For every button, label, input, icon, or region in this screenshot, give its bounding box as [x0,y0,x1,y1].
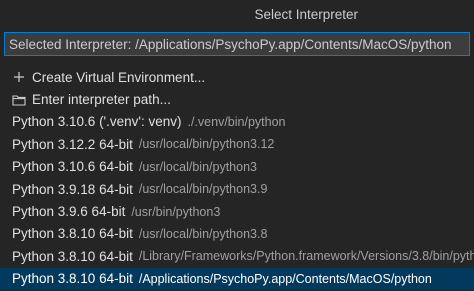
create-virtual-environment-label: Create Virtual Environment... [32,69,206,85]
enter-interpreter-path-label: Enter interpreter path... [32,92,171,108]
folder-icon [12,93,26,107]
interpreter-name: Python 3.9.6 64-bit [12,204,126,220]
interpreter-name: Python 3.9.18 64-bit [12,181,133,197]
create-virtual-environment-option[interactable]: Create Virtual Environment... [0,66,474,88]
interpreter-item[interactable]: Python 3.12.2 64-bit /usr/local/bin/pyth… [0,133,474,155]
plus-icon [12,70,26,84]
select-interpreter-picker: Select Interpreter Create Virtual Enviro… [0,0,474,291]
interpreter-path: ./.venv/bin/python [187,114,286,129]
interpreter-name: Python 3.10.6 ('.venv': venv) [12,114,182,130]
picker-title: Select Interpreter [254,6,358,22]
interpreter-path: /usr/local/bin/python3 [138,159,257,174]
interpreter-item[interactable]: Python 3.8.10 64-bit /usr/local/bin/pyth… [0,223,474,245]
interpreter-item[interactable]: Python 3.9.18 64-bit /usr/local/bin/pyth… [0,178,474,200]
interpreter-name: Python 3.8.10 64-bit [12,226,133,242]
interpreter-item[interactable]: Python 3.10.6 ('.venv': venv) ./.venv/bi… [0,111,474,133]
interpreter-item[interactable]: Python 3.10.6 64-bit /usr/local/bin/pyth… [0,156,474,178]
interpreter-path: /usr/local/bin/python3.12 [138,137,275,152]
interpreter-path: /usr/bin/python3 [131,204,221,219]
interpreter-name: Python 3.10.6 64-bit [12,159,133,175]
interpreter-name: Python 3.8.10 64-bit [12,248,133,264]
interpreter-path: /Library/Frameworks/Python.framework/Ver… [138,249,474,264]
interpreter-name: Python 3.12.2 64-bit [12,136,133,152]
interpreter-item[interactable]: Python 3.9.6 64-bit /usr/bin/python3 [0,200,474,222]
interpreter-search-box[interactable] [4,32,470,56]
interpreter-path: /usr/local/bin/python3.9 [138,182,268,197]
interpreter-path: /Applications/PsychoPy.app/Contents/MacO… [138,271,432,286]
interpreter-path: /usr/local/bin/python3.8 [138,226,268,241]
interpreter-name: Python 3.8.10 64-bit [12,271,133,287]
interpreter-item-selected[interactable]: Python 3.8.10 64-bit /Applications/Psych… [0,267,474,290]
interpreter-search-input[interactable] [5,33,469,55]
interpreter-item[interactable]: Python 3.8.10 64-bit /Library/Frameworks… [0,245,474,267]
interpreter-list: Create Virtual Environment... Enter inte… [0,66,474,290]
enter-interpreter-path-option[interactable]: Enter interpreter path... [0,88,474,110]
